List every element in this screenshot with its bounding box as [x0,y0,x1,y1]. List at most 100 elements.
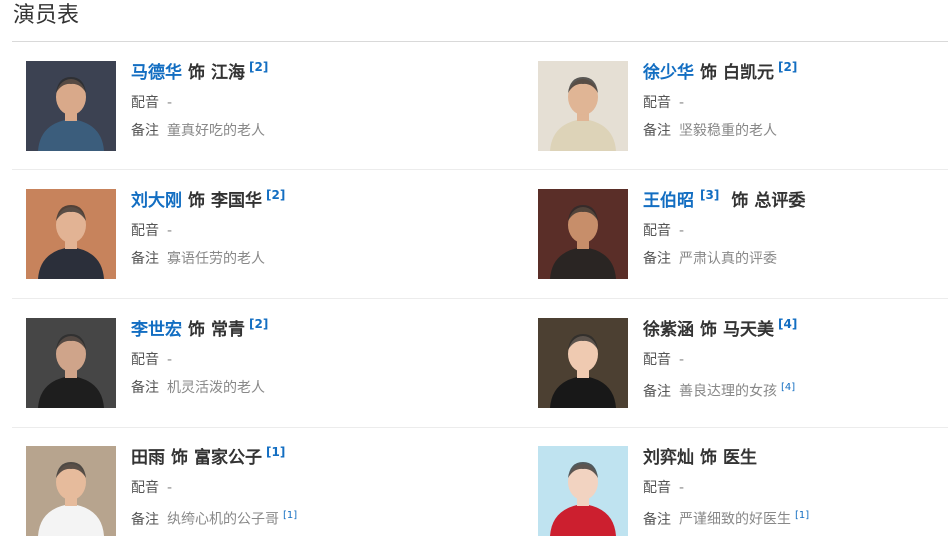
cast-name-line: 徐少华饰白凯元 [2] [643,61,948,85]
cast-info: 徐少华饰白凯元 [2] 配音 - 备注 坚毅稳重的老人 [643,61,948,141]
role-name: 富家公子 [194,448,262,468]
actor-photo[interactable] [538,189,628,279]
actor-photo[interactable] [26,61,116,151]
actor-name[interactable]: 李世宏 [131,320,182,340]
dub-line: 配音 - [643,221,948,241]
dub-line: 配音 - [131,221,451,241]
citation-ref[interactable]: [2] [249,317,268,331]
citation-ref[interactable]: [4] [778,317,797,331]
cast-name-line: 马德华饰江海 [2] [131,61,451,85]
role-name: 白凯元 [723,63,774,83]
actor-photo[interactable] [26,318,116,408]
cast-card: 徐紫涵饰马天美 [4] 配音 - 备注 善良达理的女孩 [4] [538,318,948,410]
cast-card: 田雨饰富家公子 [1] 配音 - 备注 纨绔心机的公子哥 [1] [26,446,446,538]
row-divider [12,169,948,170]
actor-name: 徐紫涵 [643,320,694,340]
actor-name[interactable]: 王伯昭 [643,191,694,211]
dub-value: - [167,223,173,239]
actor-name[interactable]: 徐少华 [643,63,694,83]
note-value: 严谨细致的好医生 [679,511,791,528]
note-value: 善良达理的女孩 [679,383,777,400]
role-separator: 饰 [700,63,717,83]
cast-name-line: 田雨饰富家公子 [1] [131,446,451,470]
note-label: 备注 [131,380,159,396]
title-divider [12,41,948,42]
dub-value: - [167,352,173,368]
cast-card: 李世宏饰常青 [2] 配音 - 备注 机灵活泼的老人 [26,318,446,410]
dub-label: 配音 [131,352,159,368]
role-name: 马天美 [723,320,774,340]
note-label: 备注 [131,123,159,139]
role-name: 总评委 [754,191,806,211]
note-value: 童真好吃的老人 [167,123,265,139]
role-separator: 饰 [731,191,749,211]
citation-ref[interactable]: [4] [781,382,795,393]
section-title: 演员表 [13,3,80,28]
dub-value: - [679,95,685,111]
note-value: 严肃认真的评委 [679,251,777,267]
actor-name[interactable]: 马德华 [131,63,182,83]
dub-line: 配音 - [131,478,451,498]
cast-card: 马德华饰江海 [2] 配音 - 备注 童真好吃的老人 [26,61,446,153]
note-label: 备注 [643,383,671,400]
role-separator: 饰 [171,448,188,468]
note-line: 备注 纨绔心机的公子哥 [1] [131,506,451,530]
cast-info: 王伯昭 [3] 饰总评委配音 - 备注 严肃认真的评委 [643,189,948,269]
cast-name-line: 李世宏饰常青 [2] [131,318,451,342]
dub-label: 配音 [643,352,671,368]
role-name: 医生 [723,448,757,468]
note-label: 备注 [131,511,159,528]
dub-value: - [167,95,173,111]
dub-line: 配音 - [643,350,948,370]
citation-ref[interactable]: [2] [266,188,285,202]
cast-name-line: 刘弈灿饰医生 [643,446,948,470]
note-value: 机灵活泼的老人 [167,380,265,396]
cast-card: 刘大刚饰李国华 [2] 配音 - 备注 寡语任劳的老人 [26,189,446,281]
citation-ref[interactable]: [3] [700,188,719,202]
citation-ref[interactable]: [1] [795,510,809,521]
actor-name[interactable]: 刘大刚 [131,191,182,211]
role-separator: 饰 [188,63,205,83]
role-name: 常青 [211,320,245,340]
note-label: 备注 [643,511,671,528]
actor-name: 田雨 [131,448,165,468]
citation-ref[interactable]: [2] [249,60,268,74]
actor-name: 刘弈灿 [643,448,694,468]
role-name: 江海 [211,63,245,83]
role-name: 李国华 [211,191,262,211]
citation-ref[interactable]: [2] [778,60,797,74]
note-line: 备注 严肃认真的评委 [643,249,948,269]
note-value: 坚毅稳重的老人 [679,123,777,139]
actor-photo[interactable] [26,446,116,536]
dub-value: - [679,480,685,496]
role-separator: 饰 [700,320,717,340]
note-label: 备注 [131,251,159,267]
actor-photo[interactable] [26,189,116,279]
citation-ref[interactable]: [1] [266,445,285,459]
actor-photo[interactable] [538,446,628,536]
role-separator: 饰 [188,320,205,340]
dub-label: 配音 [131,223,159,239]
dub-value: - [167,480,173,496]
dub-line: 配音 - [643,478,948,498]
cast-info: 李世宏饰常青 [2] 配音 - 备注 机灵活泼的老人 [131,318,451,398]
note-label: 备注 [643,123,671,139]
dub-line: 配音 - [643,93,948,113]
role-separator: 饰 [700,448,717,468]
row-divider [12,298,948,299]
dub-line: 配音 - [131,93,451,113]
actor-photo[interactable] [538,318,628,408]
actor-photo[interactable] [538,61,628,151]
cast-name-line: 刘大刚饰李国华 [2] [131,189,451,213]
cast-info: 徐紫涵饰马天美 [4] 配音 - 备注 善良达理的女孩 [4] [643,318,948,402]
cast-name-line: 徐紫涵饰马天美 [4] [643,318,948,342]
note-value: 寡语任劳的老人 [167,251,265,267]
dub-value: - [679,223,685,239]
note-line: 备注 寡语任劳的老人 [131,249,451,269]
note-line: 备注 机灵活泼的老人 [131,378,451,398]
cast-info: 刘弈灿饰医生配音 - 备注 严谨细致的好医生 [1] [643,446,948,530]
citation-ref[interactable]: [1] [283,510,297,521]
cast-name-line: 王伯昭 [3] 饰总评委 [643,189,948,213]
cast-info: 田雨饰富家公子 [1] 配音 - 备注 纨绔心机的公子哥 [1] [131,446,451,530]
dub-label: 配音 [643,95,671,111]
